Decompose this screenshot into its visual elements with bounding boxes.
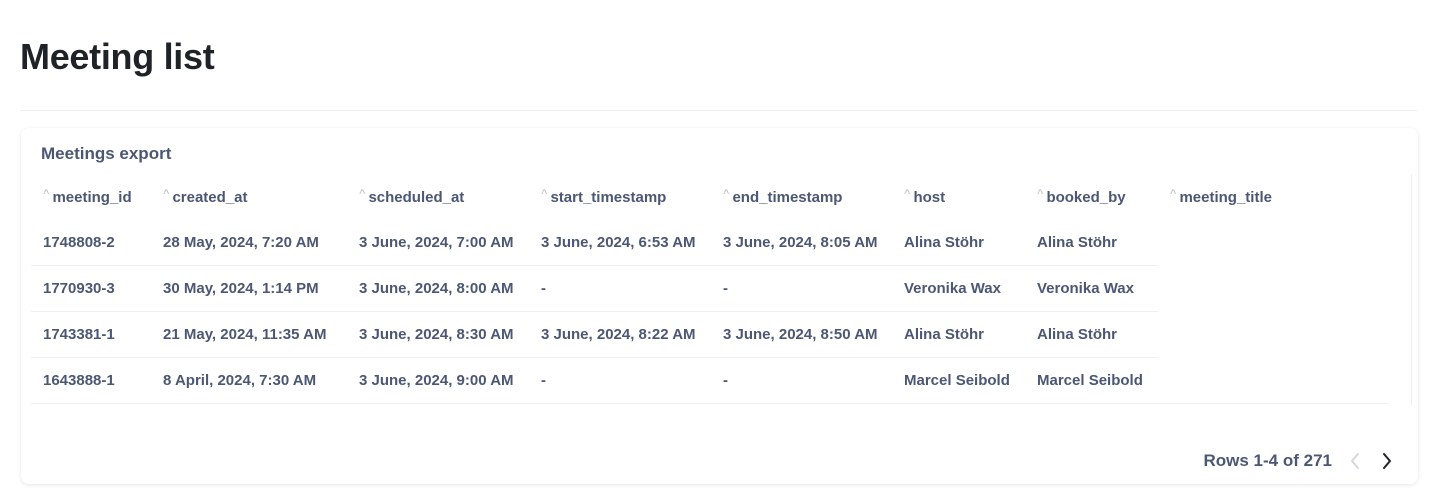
title-divider	[20, 110, 1418, 111]
sort-icon: ^	[163, 187, 170, 200]
cell-meeting-title	[1158, 266, 1388, 312]
column-header-host[interactable]: ^ host	[892, 174, 1025, 220]
card-title: Meetings export	[41, 144, 172, 163]
cell-end-timestamp: -	[711, 357, 892, 404]
cell-scheduled-at: 3 June, 2024, 8:00 AM	[347, 265, 529, 312]
table-row: 1748808-2 28 May, 2024, 7:20 AM 3 June, …	[31, 220, 1388, 266]
meetings-table: ^ meeting_id ^ created_at ^ scheduled_at ^ s…	[31, 174, 1388, 404]
chevron-right-icon	[1383, 453, 1391, 469]
cell-booked-by: Veronika Wax	[1025, 265, 1158, 312]
cell-created-at: 28 May, 2024, 7:20 AM	[151, 220, 347, 266]
column-header-meeting-title[interactable]: ^ meeting_title	[1158, 174, 1388, 220]
cell-meeting-title	[1158, 357, 1388, 404]
cell-booked-by: Alina Stöhr	[1025, 220, 1158, 266]
cell-booked-by: Marcel Seibold	[1025, 357, 1158, 404]
next-page-button[interactable]	[1378, 450, 1396, 472]
cell-host: Veronika Wax	[892, 265, 1025, 312]
sort-icon: ^	[43, 187, 50, 200]
cell-end-timestamp: -	[711, 265, 892, 312]
cell-host: Alina Stöhr	[892, 311, 1025, 358]
table-header-row: ^ meeting_id ^ created_at ^ scheduled_at ^ s…	[31, 174, 1388, 220]
cell-created-at: 21 May, 2024, 11:35 AM	[151, 311, 347, 358]
cell-scheduled-at: 3 June, 2024, 7:00 AM	[347, 220, 529, 266]
sort-icon: ^	[1037, 187, 1044, 200]
column-header-created-at[interactable]: ^ created_at	[151, 174, 347, 220]
chevron-left-icon	[1351, 453, 1359, 469]
sort-icon: ^	[359, 187, 366, 200]
cell-start-timestamp: -	[529, 265, 711, 312]
table-row: 1770930-3 30 May, 2024, 1:14 PM 3 June, …	[31, 265, 1388, 312]
page-title: Meeting list	[20, 36, 215, 77]
cell-start-timestamp: 3 June, 2024, 8:22 AM	[529, 311, 711, 358]
pagination-label: Rows 1-4 of 271	[1203, 451, 1333, 470]
cell-end-timestamp: 3 June, 2024, 8:50 AM	[711, 311, 892, 358]
sort-icon: ^	[904, 187, 911, 200]
previous-page-button[interactable]	[1346, 450, 1364, 472]
column-header-start-timestamp[interactable]: ^ start_timestamp	[529, 174, 711, 220]
cell-created-at: 30 May, 2024, 1:14 PM	[151, 265, 347, 312]
column-header-scheduled-at[interactable]: ^ scheduled_at	[347, 174, 529, 220]
cell-start-timestamp: -	[529, 357, 711, 404]
column-header-meeting-id[interactable]: ^ meeting_id	[31, 174, 151, 220]
cell-start-timestamp: 3 June, 2024, 6:53 AM	[529, 220, 711, 266]
table-row: 1643888-1 8 April, 2024, 7:30 AM 3 June,…	[31, 357, 1388, 404]
cell-end-timestamp: 3 June, 2024, 8:05 AM	[711, 220, 892, 266]
table-container[interactable]: ^ meeting_id ^ created_at ^ scheduled_at ^ s…	[21, 174, 1412, 406]
pagination: Rows 1-4 of 271	[1204, 450, 1397, 472]
sort-icon: ^	[1170, 187, 1177, 200]
cell-meeting-id[interactable]: 1770930-3	[31, 265, 151, 312]
cell-meeting-id[interactable]: 1743381-1	[31, 311, 151, 358]
cell-host: Marcel Seibold	[892, 357, 1025, 404]
cell-meeting-title	[1158, 220, 1388, 266]
column-header-booked-by[interactable]: ^ booked_by	[1025, 174, 1158, 220]
cell-scheduled-at: 3 June, 2024, 8:30 AM	[347, 311, 529, 358]
table-row: 1743381-1 21 May, 2024, 11:35 AM 3 June,…	[31, 311, 1388, 358]
meetings-card: Meetings export ^ meeting_id ^ created_at …	[21, 128, 1418, 484]
cell-meeting-id[interactable]: 1643888-1	[31, 357, 151, 404]
cell-booked-by: Alina Stöhr	[1025, 311, 1158, 358]
cell-created-at: 8 April, 2024, 7:30 AM	[151, 357, 347, 404]
cell-host: Alina Stöhr	[892, 220, 1025, 266]
cell-scheduled-at: 3 June, 2024, 9:00 AM	[347, 357, 529, 404]
cell-meeting-title	[1158, 312, 1388, 358]
column-header-end-timestamp[interactable]: ^ end_timestamp	[711, 174, 892, 220]
sort-icon: ^	[723, 187, 730, 200]
sort-icon: ^	[541, 187, 548, 200]
cell-meeting-id[interactable]: 1748808-2	[31, 220, 151, 266]
